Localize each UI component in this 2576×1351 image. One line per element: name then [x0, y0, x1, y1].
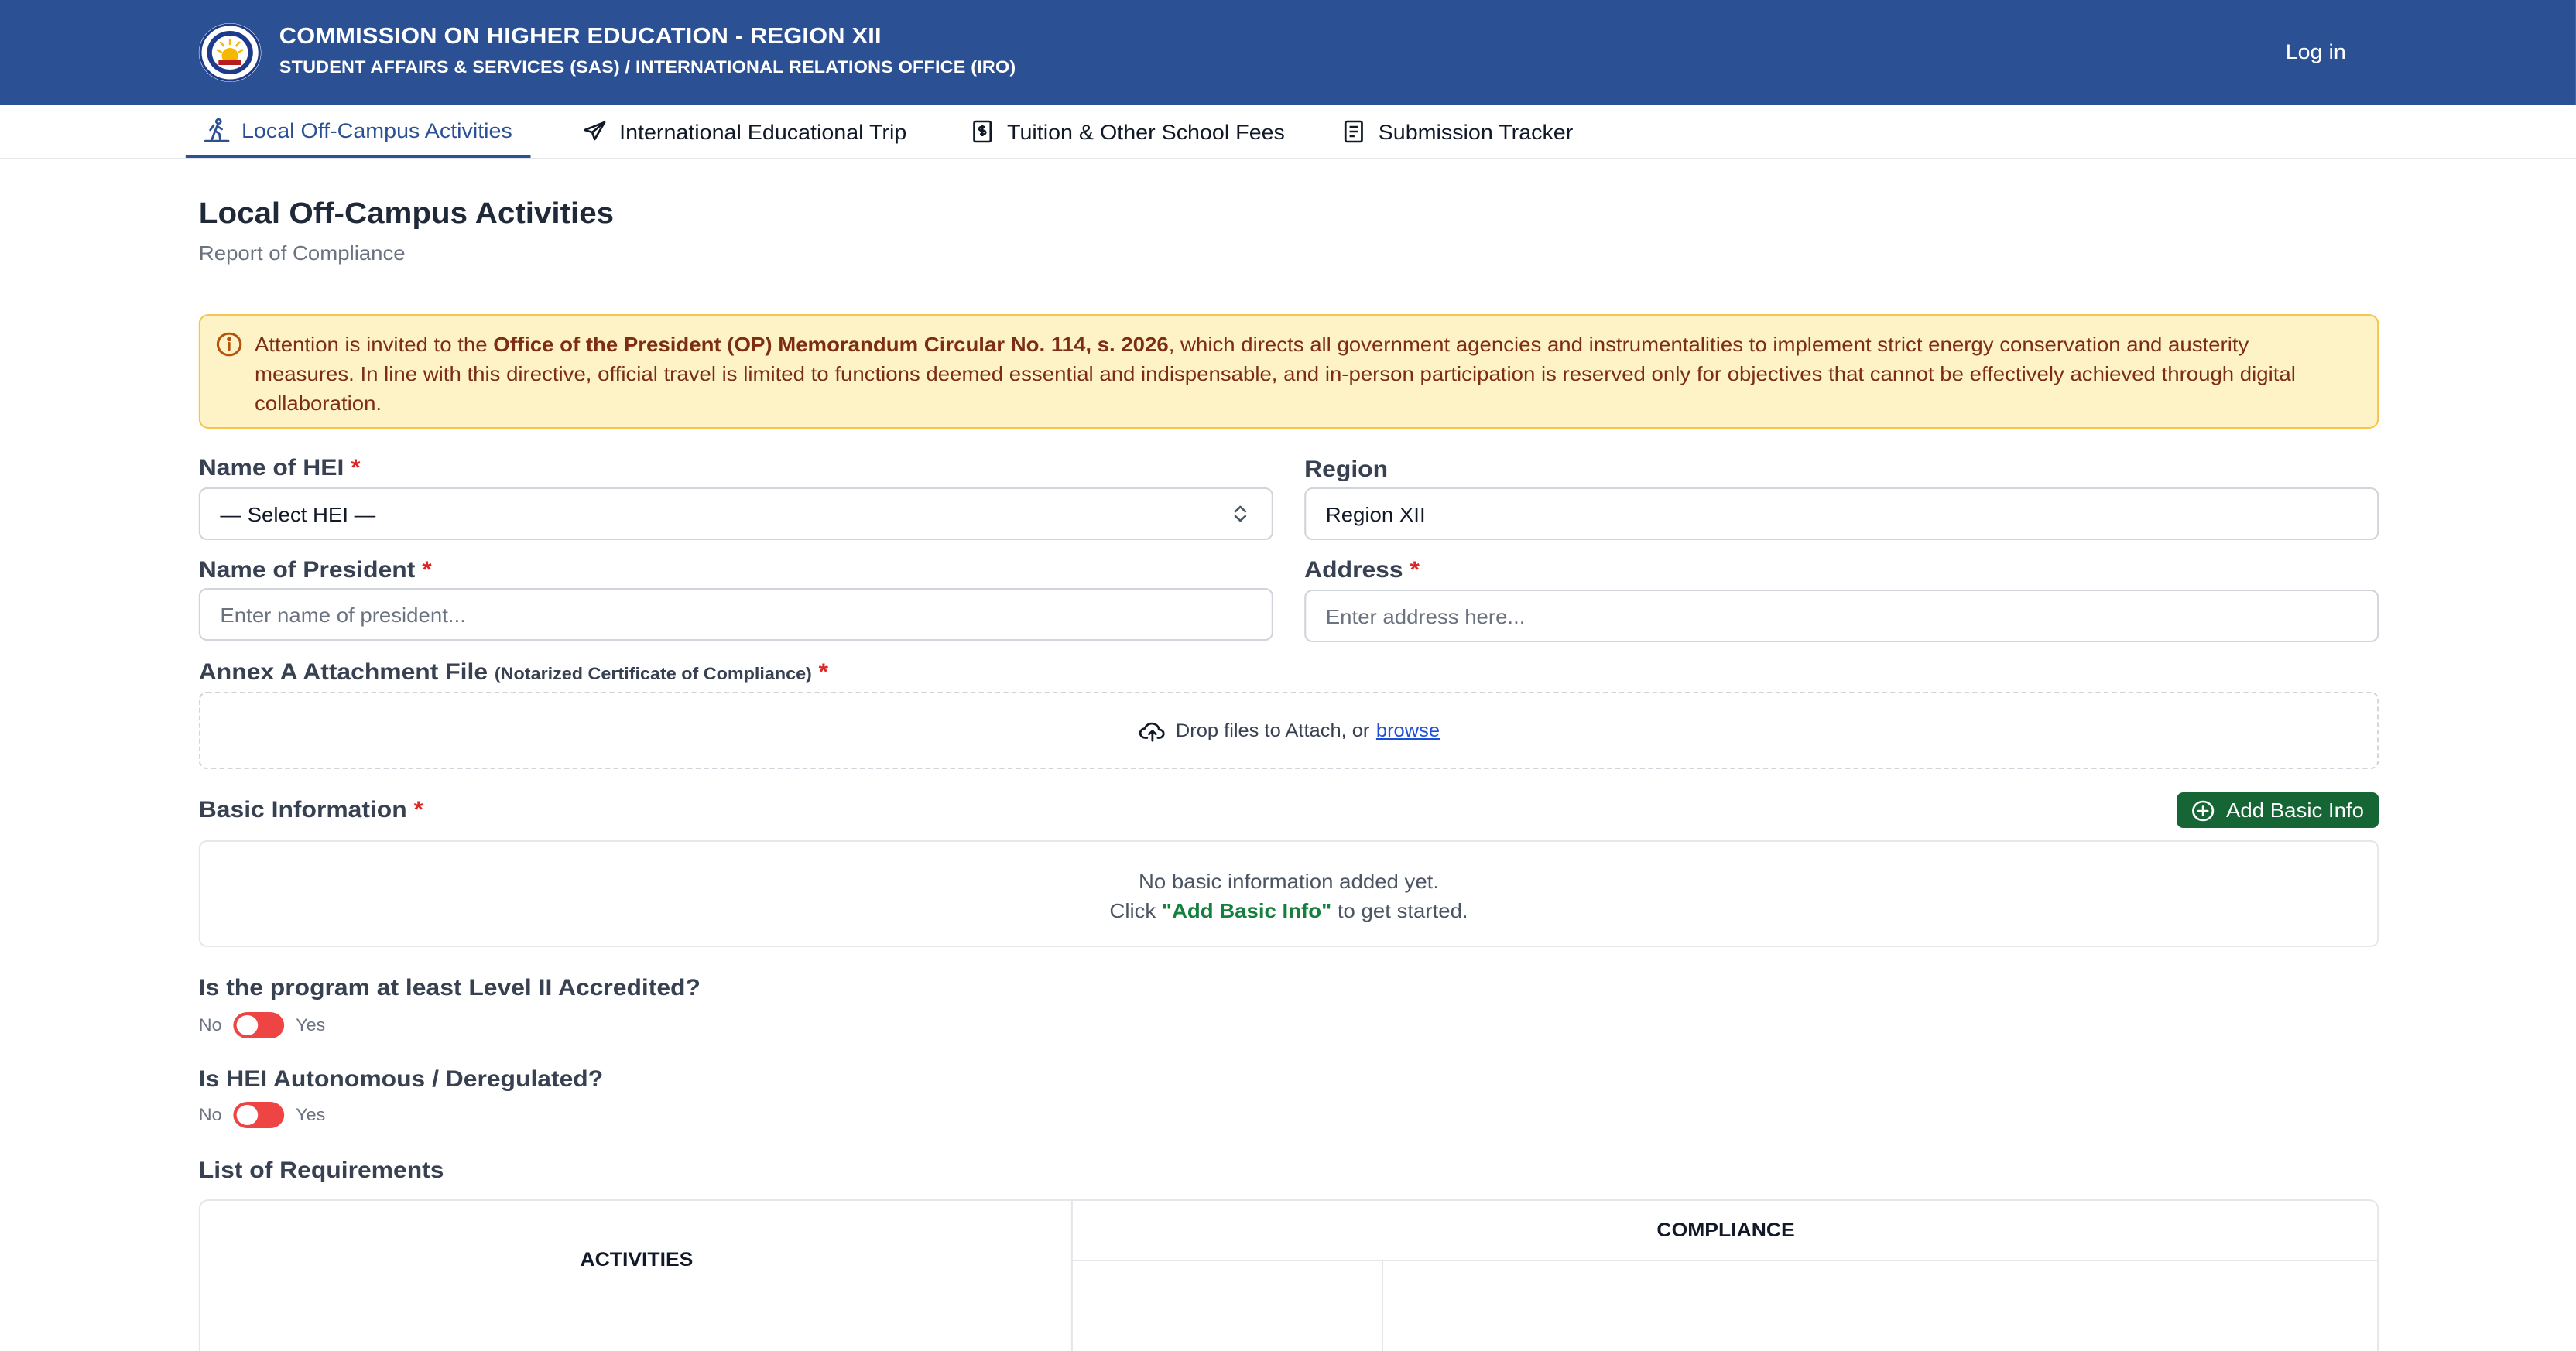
memorandum-alert: Attention is invited to the Office of th… [198, 314, 2379, 429]
empty-state-hint: Click "Add Basic Info" to get started. [200, 896, 2377, 925]
toggle-yes-label: Yes [296, 1106, 326, 1124]
chevron-up-down-icon [1234, 505, 1247, 522]
hei-select-value: — Select HEI — [220, 502, 376, 525]
autonomous-question: Is HEI Autonomous / Deregulated? [198, 1066, 604, 1093]
tab-submission-tracker[interactable]: Submission Tracker [1341, 105, 1573, 158]
tab-label: Submission Tracker [1378, 120, 1574, 143]
hei-select[interactable]: — Select HEI — [198, 487, 1273, 540]
file-dropzone[interactable]: Drop files to Attach, or browse [198, 692, 2379, 769]
alert-circular-ref: Office of the President (OP) Memorandum … [493, 333, 1169, 356]
tab-label: International Educational Trip [619, 120, 907, 143]
empty-state-line: No basic information added yet. [1138, 870, 1440, 893]
hint-action: "Add Basic Info" [1161, 899, 1332, 922]
annex-label: Annex A Attachment File (Notarized Certi… [199, 659, 828, 686]
tab-local-off-campus[interactable]: Local Off-Campus Activities [185, 105, 531, 158]
region-label: Region [1304, 457, 1389, 483]
hint-suffix: to get started. [1331, 899, 1468, 922]
tab-international-trip[interactable]: International Educational Trip [581, 105, 906, 158]
accreditation-question: Is the program at least Level II Accredi… [198, 975, 701, 1001]
compliance-header: COMPLIANCE [1072, 1201, 2379, 1261]
activities-header-label: ACTIVITIES [580, 1249, 694, 1271]
page-root: COMMISSION ON HIGHER EDUCATION - REGION … [0, 0, 2576, 1351]
hiking-icon [204, 118, 230, 142]
toggle-no-label: No [198, 1106, 222, 1124]
required-mark: * [413, 797, 423, 823]
accreditation-toggle-row: No Yes [199, 1012, 325, 1038]
label-text: Annex A Attachment File [198, 659, 488, 686]
basic-info-empty-state: No basic information added yet. Click "A… [198, 840, 2379, 947]
label-text: Name of President [198, 557, 416, 583]
drop-text: Drop files to Attach, or [1175, 720, 1370, 741]
annex-note: (Notarized Certificate of Compliance) [494, 665, 812, 684]
login-link[interactable]: Log in [2286, 40, 2346, 63]
president-input[interactable]: Enter name of president... [198, 588, 1273, 641]
page-title: Local Off-Campus Activities [198, 198, 615, 231]
header-subtitle: STUDENT AFFAIRS & SERVICES (SAS) / INTER… [279, 59, 1016, 77]
plane-icon [584, 121, 606, 141]
header-title: COMMISSION ON HIGHER EDUCATION - REGION … [279, 25, 882, 50]
toggle-yes-label: Yes [296, 1016, 326, 1035]
label-text: Address [1304, 557, 1403, 583]
toggle-no-label: No [198, 1016, 222, 1035]
add-basic-info-label: Add Basic Info [2226, 799, 2364, 822]
cloud-upload-icon [1138, 721, 1164, 741]
ched-logo [198, 23, 262, 82]
autonomous-toggle[interactable] [233, 1102, 285, 1128]
plus-circle-icon [2192, 799, 2215, 821]
browse-link[interactable]: browse [1376, 720, 1440, 741]
address-input[interactable]: Enter address here... [1304, 590, 2379, 642]
required-mark: * [1410, 557, 1420, 583]
hint-prefix: Click [1109, 899, 1162, 922]
app-header: COMMISSION ON HIGHER EDUCATION - REGION … [0, 0, 2576, 105]
seal-icon [199, 23, 261, 82]
accreditation-toggle[interactable] [233, 1012, 285, 1038]
required-mark: * [818, 659, 829, 686]
info-icon [216, 332, 242, 357]
alert-text: Attention is invited to the Office of th… [255, 330, 2324, 418]
activities-header: ACTIVITIES [200, 1201, 1073, 1351]
autonomous-toggle-row: No Yes [199, 1102, 325, 1128]
alert-prefix: Attention is invited to the [254, 333, 494, 356]
requirements-table: ACTIVITIES COMPLIANCE [198, 1199, 2379, 1351]
label-text: Basic Information [198, 797, 407, 823]
page-subtitle: Report of Compliance [198, 241, 406, 265]
label-text: Name of HEI [198, 455, 344, 481]
required-mark: * [351, 455, 361, 481]
required-mark: * [422, 557, 432, 583]
hei-label: Name of HEI * [199, 455, 361, 481]
document-list-icon [1344, 120, 1363, 143]
receipt-icon [973, 120, 992, 143]
tab-bar: Local Off-Campus Activities Internationa… [0, 105, 2576, 159]
tab-tuition-fees[interactable]: Tuition & Other School Fees [969, 105, 1285, 158]
tab-label: Local Off-Campus Activities [241, 118, 512, 142]
basic-info-label: Basic Information * [199, 797, 423, 823]
president-label: Name of President * [199, 557, 432, 583]
compliance-subdivider [1381, 1261, 1384, 1351]
address-label: Address * [1304, 557, 1420, 583]
tab-label: Tuition & Other School Fees [1007, 120, 1285, 143]
requirements-label: List of Requirements [198, 1158, 444, 1184]
region-field[interactable]: Region XII [1304, 487, 2379, 540]
add-basic-info-button[interactable]: Add Basic Info [2177, 792, 2379, 828]
